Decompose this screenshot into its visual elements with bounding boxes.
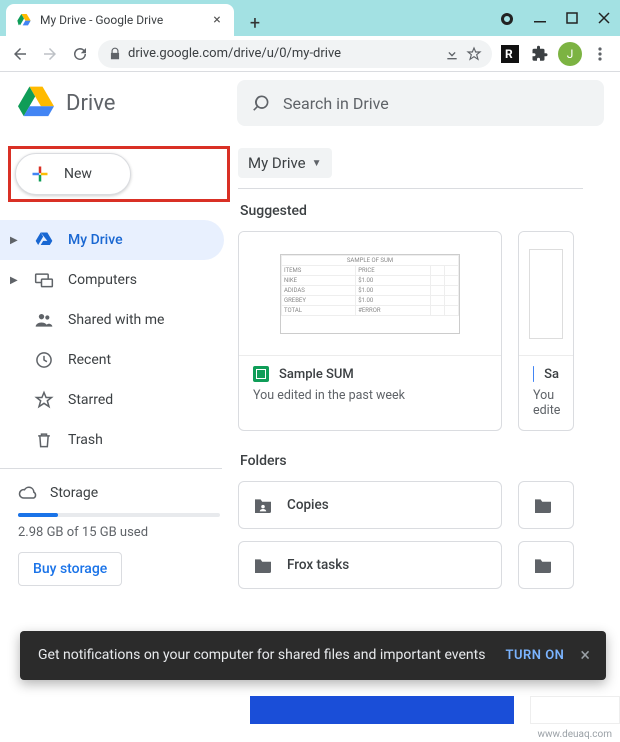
folder-icon [253,557,273,573]
thumbnail [519,232,573,356]
folders-list: Copies Frox tasks [238,481,620,589]
tab-close-icon[interactable]: × [210,12,224,28]
drive-favicon-icon [16,12,32,28]
browser-titlebar: My Drive - Google Drive × + [0,0,620,36]
docs-icon [533,366,534,382]
breadcrumb-current[interactable]: My Drive ▼ [238,148,332,178]
sidebar-item-label: Computers [68,272,137,288]
window-close-icon[interactable] [598,12,610,26]
sidebar-item-starred[interactable]: Starred [0,380,224,420]
sidebar-item-label: Shared with me [68,312,164,328]
maximize-icon[interactable] [566,12,578,26]
profile-avatar[interactable]: J [558,42,582,66]
browser-toolbar: drive.google.com/drive/u/0/my-drive R J [0,36,620,72]
suggested-card[interactable]: SAMPLE OF SUMITEMSPRICENIKE$1.00ADIDAS$1… [238,231,502,431]
folder-icon [533,557,553,573]
trash-icon [34,430,54,450]
r-extension-icon[interactable]: R [498,42,522,66]
divider [238,188,583,189]
sidebar-item-recent[interactable]: Recent [0,340,224,380]
snackbar-text: Get notifications on your computer for s… [38,646,494,665]
breadcrumb: My Drive ▼ [238,148,620,178]
shared-icon [34,310,54,330]
circle-icon[interactable] [500,12,514,26]
folder-item[interactable] [518,481,574,529]
lock-icon [108,47,122,61]
sidebar-item-label: Recent [68,352,111,368]
storage-section: Storage 2.98 GB of 15 GB used Buy storag… [0,477,238,592]
storage-label: Storage [50,485,98,501]
new-button-label: New [64,166,92,182]
folder-icon [533,497,553,513]
svg-text:R: R [505,47,513,61]
cut-preview [250,696,620,724]
card-subtitle: You edited in the past week [239,388,501,415]
sidebar-item-label: My Drive [68,232,123,248]
new-tab-button[interactable]: + [242,10,268,36]
chevron-down-icon: ▼ [312,158,322,169]
plus-icon [30,164,50,184]
separator [0,468,222,469]
menu-icon[interactable] [588,42,612,66]
sidebar-item-label: Starred [68,392,113,408]
folder-name: Frox tasks [287,557,349,573]
drive-icon [34,230,54,250]
sidebar-item-label: Trash [68,432,103,448]
tab-title: My Drive - Google Drive [40,13,163,27]
address-bar[interactable]: drive.google.com/drive/u/0/my-drive [98,40,492,68]
expand-icon[interactable]: ▶ [10,275,20,286]
folder-name: Copies [287,497,329,513]
suggested-card[interactable]: Sa You edite [518,231,574,431]
reload-button[interactable] [68,42,92,66]
folder-item[interactable]: Frox tasks [238,541,502,589]
browser-tab[interactable]: My Drive - Google Drive × [6,4,234,36]
notification-snackbar: Get notifications on your computer for s… [20,631,606,680]
buy-storage-button[interactable]: Buy storage [18,552,122,586]
shared-folder-icon [253,497,273,513]
section-folders: Folders [240,453,620,469]
forward-button[interactable] [38,42,62,66]
sidebar-item-my-drive[interactable]: ▶ My Drive [0,220,224,260]
install-icon[interactable] [444,46,460,62]
app-header: Drive Search in Drive [0,72,620,134]
snackbar-turn-on-button[interactable]: TURN ON [506,648,565,663]
storage-bar [18,513,220,517]
sidebar-item-trash[interactable]: Trash [0,420,224,460]
cloud-icon [18,483,38,503]
computers-icon [34,270,54,290]
folder-item[interactable] [518,541,574,589]
minimize-icon[interactable] [534,12,546,26]
sidebar-item-computers[interactable]: ▶ Computers [0,260,224,300]
extensions-icon[interactable] [528,42,552,66]
search-input[interactable]: Search in Drive [237,80,604,126]
expand-icon[interactable]: ▶ [10,235,20,246]
url-text: drive.google.com/drive/u/0/my-drive [128,46,341,61]
search-placeholder: Search in Drive [283,94,389,113]
sheets-icon [253,366,269,382]
drive-logo-icon[interactable] [16,85,56,121]
card-title: Sa [544,367,559,382]
product-name: Drive [66,91,115,116]
window-controls [500,12,620,36]
suggested-list: SAMPLE OF SUMITEMSPRICENIKE$1.00ADIDAS$1… [238,231,620,431]
thumbnail: SAMPLE OF SUMITEMSPRICENIKE$1.00ADIDAS$1… [239,232,501,356]
folder-item[interactable]: Copies [238,481,502,529]
new-button-highlight: New [8,146,230,202]
drive-app: Drive Search in Drive New ▶ My Drive [0,72,620,742]
card-subtitle: You edite [519,388,573,430]
sidebar-item-storage[interactable]: Storage [18,483,220,503]
search-icon [251,93,271,113]
sidebar-item-shared[interactable]: Shared with me [0,300,224,340]
star-icon[interactable] [466,46,482,62]
back-button[interactable] [8,42,32,66]
new-button[interactable]: New [15,153,131,195]
starred-icon [34,390,54,410]
section-suggested: Suggested [240,203,620,219]
storage-text: 2.98 GB of 15 GB used [18,525,220,540]
watermark: www.deuaq.com [538,729,613,740]
card-title: Sample SUM [279,367,354,382]
snackbar-close-icon[interactable]: × [576,645,594,666]
recent-icon [34,350,54,370]
